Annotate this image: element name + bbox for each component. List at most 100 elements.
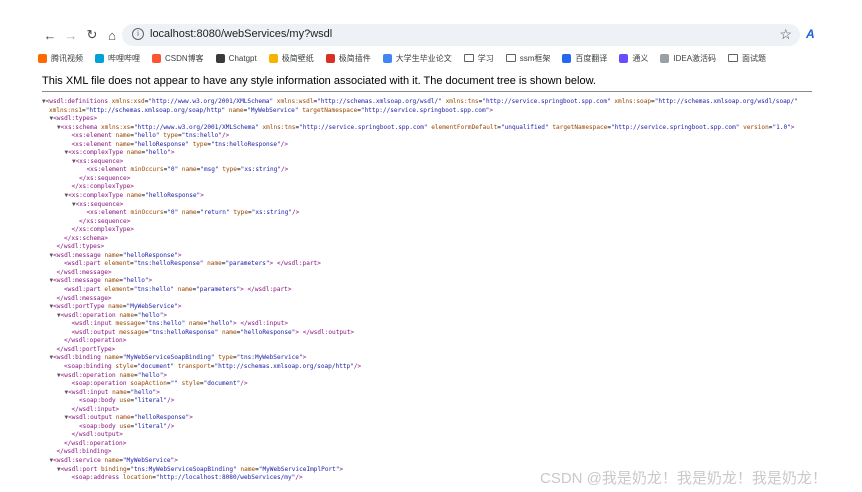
bookmark-label: Chatgpt [228,53,257,63]
xml-line-text: </wsdl:binding> [56,448,112,456]
xml-line-text: </wsdl:operation> [64,337,127,345]
bookmark-label: IDEA激活码 [673,53,717,63]
xml-line-text: <xs:element name="hello" type="tns:hello… [71,132,230,140]
xml-line[interactable]: ▼<wsdl:types> [42,115,832,124]
xml-line-text: <xs:element name="helloResponse" type="t… [71,140,289,148]
xml-line-text: <xs:sequence> [75,157,124,165]
xml-line[interactable]: ▼<xs:complexType name="hello"> [42,149,832,158]
xml-line-text: </xs:sequence> [79,174,131,182]
xml-line-text: <soap:operation soapAction="" style="doc… [71,380,248,388]
xml-line[interactable]: ▼<wsdl:definitions xmlns:xsd="http://www… [42,98,832,107]
xml-line: </wsdl:types> [42,243,832,252]
xml-line: </wsdl:operation> [42,440,832,449]
bookmark-label: 极简插件 [338,53,371,63]
xml-line: </wsdl:output> [42,431,832,440]
xml-line[interactable]: ▼<wsdl:operation name="hello"> [42,312,832,321]
bookmark-label: 极简壁纸 [281,53,314,63]
xml-line[interactable]: ▼<wsdl:operation name="hello"> [42,372,832,381]
bookmark-label: 学习 [477,53,494,63]
xml-line: </xs:sequence> [42,175,832,184]
xml-line-text: <xs:element minOccurs="0" name="return" … [86,209,300,217]
bookmark-item[interactable]: 极简壁纸 [268,53,314,64]
reload-icon[interactable]: ↻ [84,27,100,43]
xml-line-text: </wsdl:operation> [64,439,127,447]
address-url[interactable]: localhost:8080/webServices/my?wsdl [150,28,332,40]
xml-line-text: </wsdl:message> [56,268,112,276]
bookmark-item[interactable]: IDEA激活码 [660,53,716,64]
bookmark-item[interactable]: 通义 [619,53,648,64]
xml-line-text: </wsdl:portType> [56,345,116,353]
xml-line-text: <wsdl:binding name="MyWebServiceSoapBind… [53,354,307,362]
xml-line: <xs:element minOccurs="0" name="return" … [42,209,832,218]
xml-line-text: <wsdl:port binding="tns:MyWebServiceSoap… [60,465,344,473]
xml-line[interactable]: ▼<wsdl:output name="helloResponse"> [42,414,832,423]
xml-line[interactable]: ▼<wsdl:service name="MyWebService"> [42,457,832,466]
xml-line[interactable]: ▼<xs:schema xmlns:xs="http://www.w3.org/… [42,124,832,133]
xml-line[interactable]: ▼<xs:sequence> [42,201,832,210]
site-info-icon[interactable]: i [132,28,144,40]
xml-line: <wsdl:part element="tns:helloResponse" n… [42,260,832,269]
bookmark-item[interactable]: 百度翻译 [562,53,607,64]
xml-line-text: <wsdl:output message="tns:helloResponse"… [71,328,355,336]
xml-line[interactable]: ▼<wsdl:message name="hello"> [42,277,832,286]
address-bar[interactable]: i localhost:8080/webServices/my?wsdl ☆ [122,24,800,46]
xml-line[interactable]: ▼<wsdl:binding name="MyWebServiceSoapBin… [42,354,832,363]
bookmark-item[interactable]: CSDN博客 [152,53,204,64]
xml-line: <xs:element name="helloResponse" type="t… [42,141,832,150]
xml-line: </wsdl:message> [42,269,832,278]
bookmark-label: 百度翻译 [575,53,608,63]
xml-line[interactable]: ▼<wsdl:portType name="MyWebService"> [42,303,832,312]
xml-line: </wsdl:binding> [42,448,832,457]
xml-line[interactable]: ▼<wsdl:message name="helloResponse"> [42,252,832,261]
bookmark-label: 通义 [632,53,649,63]
folder-icon [463,54,474,62]
bookmark-star-icon[interactable]: ☆ [779,26,792,43]
xml-line: <xs:element minOccurs="0" name="msg" typ… [42,166,832,175]
extension-icon[interactable]: A [806,27,815,41]
xml-line-text: <xs:complexType name="helloResponse"> [68,192,204,200]
xml-line-text: <wsdl:operation name="hello"> [60,371,168,379]
bookmark-item[interactable]: 大学生毕业论文 [382,53,452,64]
xml-line-text: <xs:schema xmlns:xs="http://www.w3.org/2… [60,123,795,131]
xml-line-text: </xs:complexType> [71,183,134,191]
forward-arrow-icon[interactable]: → [63,27,79,43]
bookmark-favicon-icon [215,53,225,63]
bookmark-label: ssm框架 [519,53,551,63]
xml-line-text: <wsdl:service name="MyWebService"> [53,456,178,464]
xml-line-text: </xs:schema> [64,234,109,242]
xml-line-text: <wsdl:message name="helloResponse"> [53,251,182,259]
xml-line: </wsdl:input> [42,406,832,415]
bookmark-favicon-icon [95,53,104,63]
bookmark-item[interactable]: 学习 [463,53,494,64]
bookmark-favicon-icon [562,53,572,63]
home-icon[interactable]: ⌂ [104,27,120,43]
browser-toolbar: ← → ↻ ⌂ i localhost:8080/webServices/my?… [0,0,862,68]
xml-line-text: <wsdl:input name="hello"> [68,388,160,396]
xml-line[interactable]: ▼<xs:sequence> [42,158,832,167]
bookmark-item[interactable]: 面试题 [728,53,766,64]
xml-line-text: </wsdl:output> [71,431,123,439]
bookmark-favicon-icon [152,53,161,63]
xml-line[interactable]: ▼<xs:complexType name="helloResponse"> [42,192,832,201]
bookmark-item[interactable]: Chatgpt [215,53,257,63]
bookmark-favicon-icon [268,53,278,63]
xml-line: </xs:schema> [42,235,832,244]
bookmark-item[interactable]: 哔哩哔哩 [95,53,140,64]
xml-line[interactable]: ▼<wsdl:input name="hello"> [42,389,832,398]
bookmark-item[interactable]: ssm框架 [505,53,551,64]
xml-line-text: <wsdl:message name="hello"> [53,277,153,285]
xml-line-text: xmlns:ns1="http://schemas.xmlsoap.org/so… [49,106,493,114]
bookmark-favicon-icon [325,53,335,63]
back-arrow-icon[interactable]: ← [42,27,58,43]
xml-line: </xs:sequence> [42,218,832,227]
bookmark-item[interactable]: 极简插件 [325,53,371,64]
xml-line-text: <wsdl:part element="tns:helloResponse" n… [64,260,321,268]
bookmark-item[interactable]: 腾讯视频 [38,53,83,64]
bookmark-label: CSDN博客 [165,53,204,63]
xml-line: <wsdl:part element="tns:hello" name="par… [42,286,832,295]
xml-line-text: <wsdl:output name="helloResponse"> [68,414,193,422]
bookmarks-bar: 腾讯视频 哔哩哔哩 CSDN博客 Chatgpt 极简壁纸 极简插件 大学生毕业论文 学习 ss… [38,51,778,65]
xml-line-text: <xs:complexType name="hello"> [68,149,175,157]
xml-line-text: </wsdl:message> [56,294,112,302]
xml-line-text: </xs:complexType> [71,226,134,234]
